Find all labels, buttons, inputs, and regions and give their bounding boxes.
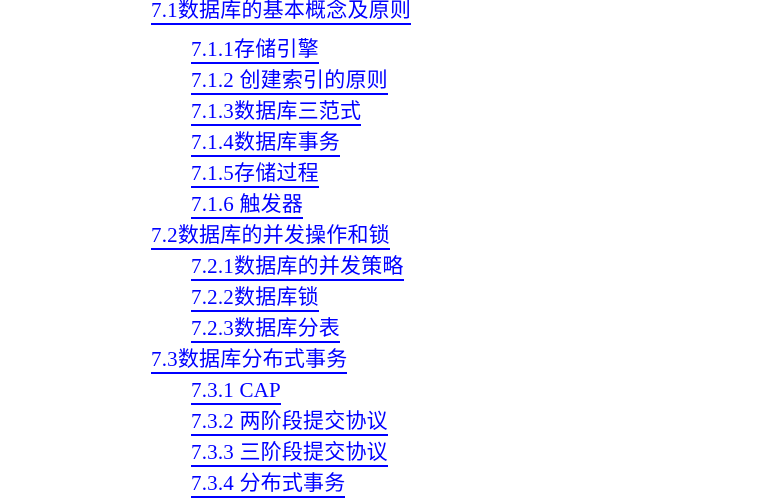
toc-link-7-1-4[interactable]: 7.1.4数据库事务 xyxy=(191,129,340,157)
toc-entry: 7.2.1数据库的并发策略 xyxy=(191,253,404,281)
toc-link-7-3-2[interactable]: 7.3.2 两阶段提交协议 xyxy=(191,408,388,436)
toc-link-7-3-3[interactable]: 7.3.3 三阶段提交协议 xyxy=(191,439,388,467)
toc-link-7-1-2[interactable]: 7.1.2 创建索引的原则 xyxy=(191,67,388,95)
toc-link-7-1-1[interactable]: 7.1.1存储引擎 xyxy=(191,36,319,64)
toc-entry: 7.3.2 两阶段提交协议 xyxy=(191,408,388,436)
toc-link-7-3-4[interactable]: 7.3.4 分布式事务 xyxy=(191,470,346,498)
toc-entry: 7.1.1存储引擎 xyxy=(191,36,319,64)
toc-link-7-1[interactable]: 7.1数据库的基本概念及原则 xyxy=(151,0,412,25)
toc-entry: 7.2.3数据库分表 xyxy=(191,315,340,343)
toc-entry: 7.1数据库的基本概念及原则 xyxy=(151,0,412,25)
table-of-contents: 7.1数据库的基本概念及原则 7.1.1存储引擎 7.1.2 创建索引的原则 7.1.… xyxy=(0,0,773,500)
toc-entry: 7.1.6 触发器 xyxy=(191,191,304,219)
toc-entry: 7.1.4数据库事务 xyxy=(191,129,340,157)
toc-entry: 7.3.1 CAP xyxy=(191,377,281,405)
toc-link-7-1-6[interactable]: 7.1.6 触发器 xyxy=(191,191,304,219)
toc-entry: 7.2.2数据库锁 xyxy=(191,284,319,312)
toc-link-7-3-1[interactable]: 7.3.1 CAP xyxy=(191,377,281,405)
toc-link-7-1-5[interactable]: 7.1.5存储过程 xyxy=(191,160,319,188)
toc-entry: 7.3数据库分布式事务 xyxy=(151,346,348,374)
toc-link-7-1-3[interactable]: 7.1.3数据库三范式 xyxy=(191,98,362,126)
toc-entry: 7.1.5存储过程 xyxy=(191,160,319,188)
toc-entry: 7.2数据库的并发操作和锁 xyxy=(151,222,390,250)
toc-link-7-2-1[interactable]: 7.2.1数据库的并发策略 xyxy=(191,253,404,281)
toc-entry: 7.1.3数据库三范式 xyxy=(191,98,362,126)
toc-link-7-2-2[interactable]: 7.2.2数据库锁 xyxy=(191,284,319,312)
toc-entry: 7.3.3 三阶段提交协议 xyxy=(191,439,388,467)
toc-link-7-3[interactable]: 7.3数据库分布式事务 xyxy=(151,346,348,374)
toc-link-7-2-3[interactable]: 7.2.3数据库分表 xyxy=(191,315,340,343)
toc-entry: 7.1.2 创建索引的原则 xyxy=(191,67,388,95)
toc-link-7-2[interactable]: 7.2数据库的并发操作和锁 xyxy=(151,222,390,250)
toc-entry: 7.3.4 分布式事务 xyxy=(191,470,346,498)
